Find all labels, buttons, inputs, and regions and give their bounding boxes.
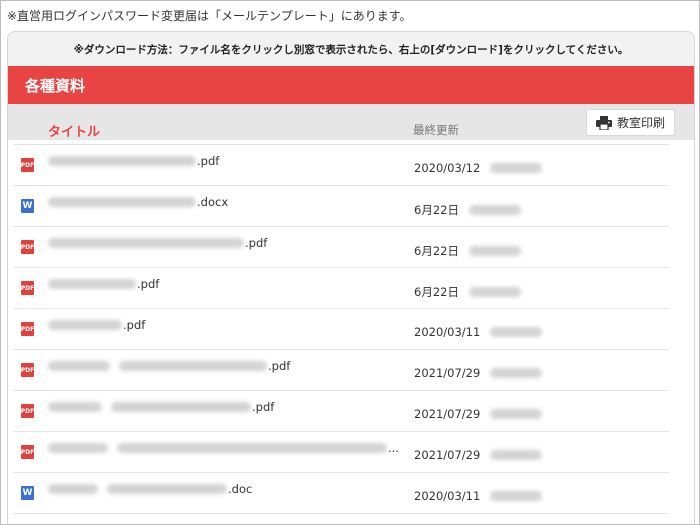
redacted-text <box>48 279 136 289</box>
table-row: PDF .pdf 2020/03/12 <box>13 145 669 186</box>
redacted-text <box>48 484 98 494</box>
file-name-link[interactable]: ... <box>48 441 399 455</box>
pdf-file-icon: PDF <box>21 240 34 254</box>
file-extension: .pdf <box>245 236 268 250</box>
pdf-file-icon: PDF <box>21 158 34 172</box>
word-file-icon: W <box>21 486 34 500</box>
column-header-title[interactable]: タイトル <box>48 121 100 140</box>
redacted-text <box>48 320 122 330</box>
file-name-link[interactable]: .pdf <box>48 400 274 414</box>
last-updated-date: 6月22日 <box>414 244 459 258</box>
file-name-link[interactable]: .pdf <box>48 318 145 332</box>
redacted-text <box>490 491 543 501</box>
last-updated: 2020/03/12 <box>414 161 543 175</box>
column-header-updated: 最終更新 <box>413 123 459 137</box>
table-row: PDF .pdf 6月22日 <box>13 268 669 309</box>
materials-table: タイトル 最終更新 PDF .pdf 2020/03/12 W .docx 6月22日 PD… <box>13 109 669 514</box>
redacted-text <box>48 238 244 248</box>
redacted-text <box>490 163 543 173</box>
file-extension: .docx <box>197 195 229 209</box>
redacted-text <box>111 402 251 412</box>
redacted-text <box>48 197 196 207</box>
section-title-text: 各種資料 <box>25 76 86 95</box>
file-extension: .pdf <box>137 277 160 291</box>
file-name-link[interactable]: .pdf <box>48 277 159 291</box>
redacted-text <box>490 450 543 460</box>
file-extension: .pdf <box>123 318 146 332</box>
file-name-link[interactable]: .pdf <box>48 154 219 168</box>
redacted-text <box>490 368 543 378</box>
last-updated: 2021/07/29 <box>414 366 543 380</box>
last-updated: 2020/03/11 <box>414 325 543 339</box>
file-name-link[interactable]: .docx <box>48 195 228 209</box>
file-extension: .pdf <box>197 154 220 168</box>
redacted-text <box>48 361 110 371</box>
download-instructions: ※ダウンロード方法：ファイル名をクリックし別窓で表示されたら、右上の[ダウンロー… <box>8 32 694 66</box>
table-row: PDF .pdf 2021/07/29 <box>13 391 669 432</box>
pdf-file-icon: PDF <box>21 404 34 418</box>
file-name-link[interactable]: .pdf <box>48 236 267 250</box>
table-row: W .docx 6月22日 <box>13 186 669 227</box>
section-title: 各種資料 <box>8 66 694 104</box>
redacted-text <box>468 246 521 256</box>
redacted-text <box>490 327 543 337</box>
last-updated-date: 6月22日 <box>414 203 459 217</box>
word-file-icon: W <box>21 199 34 213</box>
redacted-text <box>468 205 521 215</box>
pdf-file-icon: PDF <box>21 363 34 377</box>
pdf-file-icon: PDF <box>21 445 34 459</box>
table-row: PDF .pdf 6月22日 <box>13 227 669 268</box>
last-updated-date: 2020/03/12 <box>414 161 481 175</box>
table-row: PDF... 2021/07/29 <box>13 432 669 473</box>
file-name-link[interactable]: .pdf <box>48 359 290 373</box>
file-name-link[interactable]: .doc <box>48 482 252 496</box>
redacted-text <box>468 287 521 297</box>
redacted-text <box>117 443 387 453</box>
last-updated-date: 2020/03/11 <box>414 325 481 339</box>
last-updated: 6月22日 <box>414 284 522 300</box>
redacted-text <box>107 484 227 494</box>
redacted-text <box>490 409 543 419</box>
file-extension: .pdf <box>268 359 291 373</box>
last-updated: 2021/07/29 <box>414 407 543 421</box>
last-updated-date: 2020/03/11 <box>414 489 481 503</box>
last-updated-date: 2021/07/29 <box>414 366 481 380</box>
table-row: PDF .pdf 2021/07/29 <box>13 350 669 391</box>
pdf-file-icon: PDF <box>21 322 34 336</box>
redacted-text <box>48 402 102 412</box>
pdf-file-icon: PDF <box>21 281 34 295</box>
table-row: PDF .pdf 2020/03/11 <box>13 309 669 350</box>
top-note: ※直営用ログインパスワード変更届は「メールテンプレート」にあります。 <box>7 9 412 23</box>
redacted-text <box>48 156 196 166</box>
file-extension: ... <box>388 441 399 455</box>
table-header: タイトル 最終更新 <box>13 109 669 145</box>
table-row: W .doc 2020/03/11 <box>13 473 669 514</box>
last-updated-date: 2021/07/29 <box>414 407 481 421</box>
last-updated-date: 2021/07/29 <box>414 448 481 462</box>
last-updated: 6月22日 <box>414 243 522 259</box>
file-extension: .pdf <box>252 400 275 414</box>
table-body: PDF .pdf 2020/03/12 W .docx 6月22日 PDF .pdf 6月22日… <box>13 145 669 514</box>
redacted-text <box>119 361 267 371</box>
last-updated: 6月22日 <box>414 202 522 218</box>
page-frame: ※直営用ログインパスワード変更届は「メールテンプレート」にあります。 ※ダウンロ… <box>0 0 700 525</box>
redacted-text <box>48 443 108 453</box>
last-updated: 2021/07/29 <box>414 448 543 462</box>
last-updated: 2020/03/11 <box>414 489 543 503</box>
file-extension: .doc <box>228 482 253 496</box>
last-updated-date: 6月22日 <box>414 285 459 299</box>
